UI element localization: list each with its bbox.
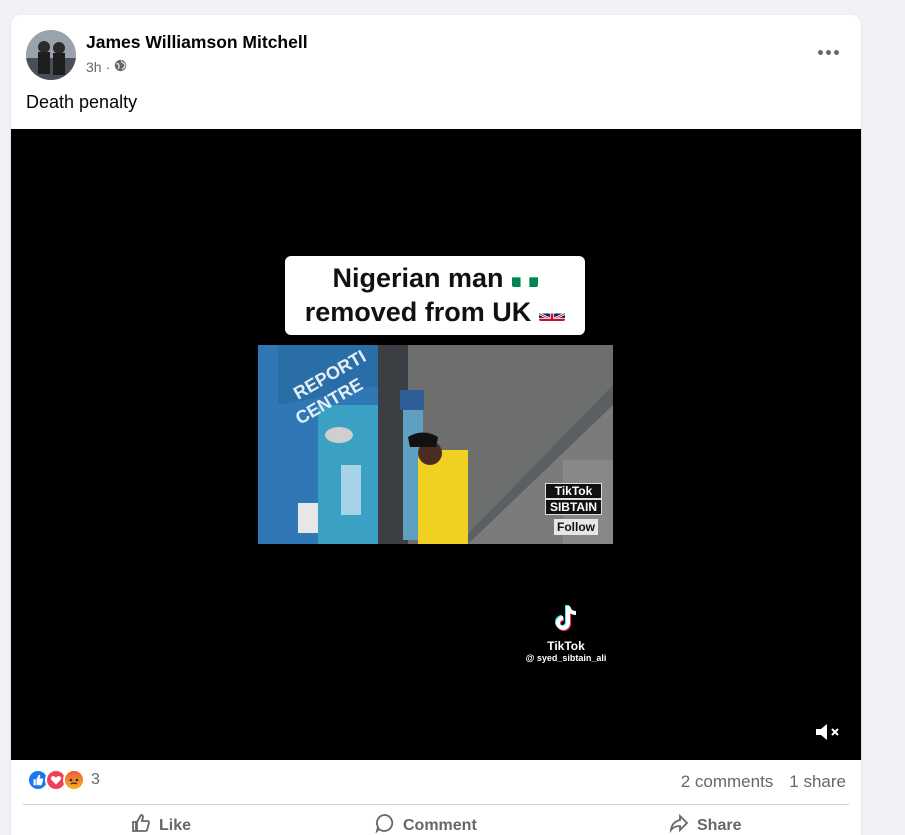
- share-button[interactable]: Share: [669, 813, 741, 835]
- tiktok-logo-icon: [553, 605, 579, 636]
- more-dot: [833, 49, 839, 55]
- post-meta: 3h ·: [86, 59, 127, 75]
- clip-tiktok-user: SIBTAIN: [545, 499, 602, 515]
- caption-text-2: removed from UK: [304, 297, 532, 327]
- share-icon: [669, 813, 689, 835]
- comments-count[interactable]: 2 comments: [681, 772, 774, 792]
- post-text: Death penalty: [26, 92, 138, 112]
- author-name[interactable]: James Williamson Mitchell: [86, 32, 308, 53]
- tiktok-watermark-name: TikTok: [547, 639, 585, 653]
- post-time[interactable]: 3h: [86, 59, 102, 75]
- comment-icon: [375, 813, 395, 835]
- meta-separator: ·: [105, 59, 111, 75]
- like-label: Like: [159, 816, 192, 834]
- reaction-count[interactable]: 3: [91, 771, 100, 789]
- share-label: Share: [697, 816, 742, 834]
- video-player[interactable]: Nigerian man removed from UK REPORTI CEN…: [11, 129, 861, 760]
- shares-count[interactable]: 1 share: [789, 772, 846, 792]
- clip-follow-button: Follow: [554, 519, 598, 535]
- angry-reaction-icon: [63, 769, 85, 791]
- tiktok-watermark-handle: @ syed_sibtain_ali: [525, 653, 607, 663]
- globe-icon[interactable]: [114, 59, 127, 75]
- more-dot: [825, 49, 831, 55]
- clip-tiktok-label: TikTok: [545, 483, 602, 499]
- tiktok-watermark: TikTok @ syed_sibtain_ali: [521, 604, 611, 663]
- comment-label: Comment: [403, 816, 477, 834]
- post-card: James Williamson Mitchell 3h · Death pen…: [11, 15, 861, 835]
- action-bar: Like Comment Share: [23, 804, 849, 835]
- more-options-button[interactable]: [813, 37, 843, 67]
- nigeria-flag-icon: [511, 269, 538, 287]
- avatar[interactable]: [26, 30, 76, 80]
- like-button[interactable]: Like: [131, 813, 191, 835]
- caption-line-1: Nigerian man: [285, 261, 585, 295]
- video-caption: Nigerian man removed from UK: [285, 256, 585, 335]
- video-frame: REPORTI CENTRE TikTok SIBTAIN Follow: [258, 345, 613, 544]
- caption-text-1: Nigerian man: [332, 263, 504, 293]
- uk-flag-icon: [539, 303, 566, 321]
- volume-muted-icon[interactable]: [811, 719, 845, 745]
- caption-line-2: removed from UK: [285, 295, 585, 329]
- comment-button[interactable]: Comment: [375, 813, 477, 835]
- post-stats: 2 comments 1 share: [681, 772, 846, 792]
- reactions-summary[interactable]: 3: [27, 769, 100, 791]
- more-dot: [817, 49, 823, 55]
- like-icon: [131, 813, 151, 835]
